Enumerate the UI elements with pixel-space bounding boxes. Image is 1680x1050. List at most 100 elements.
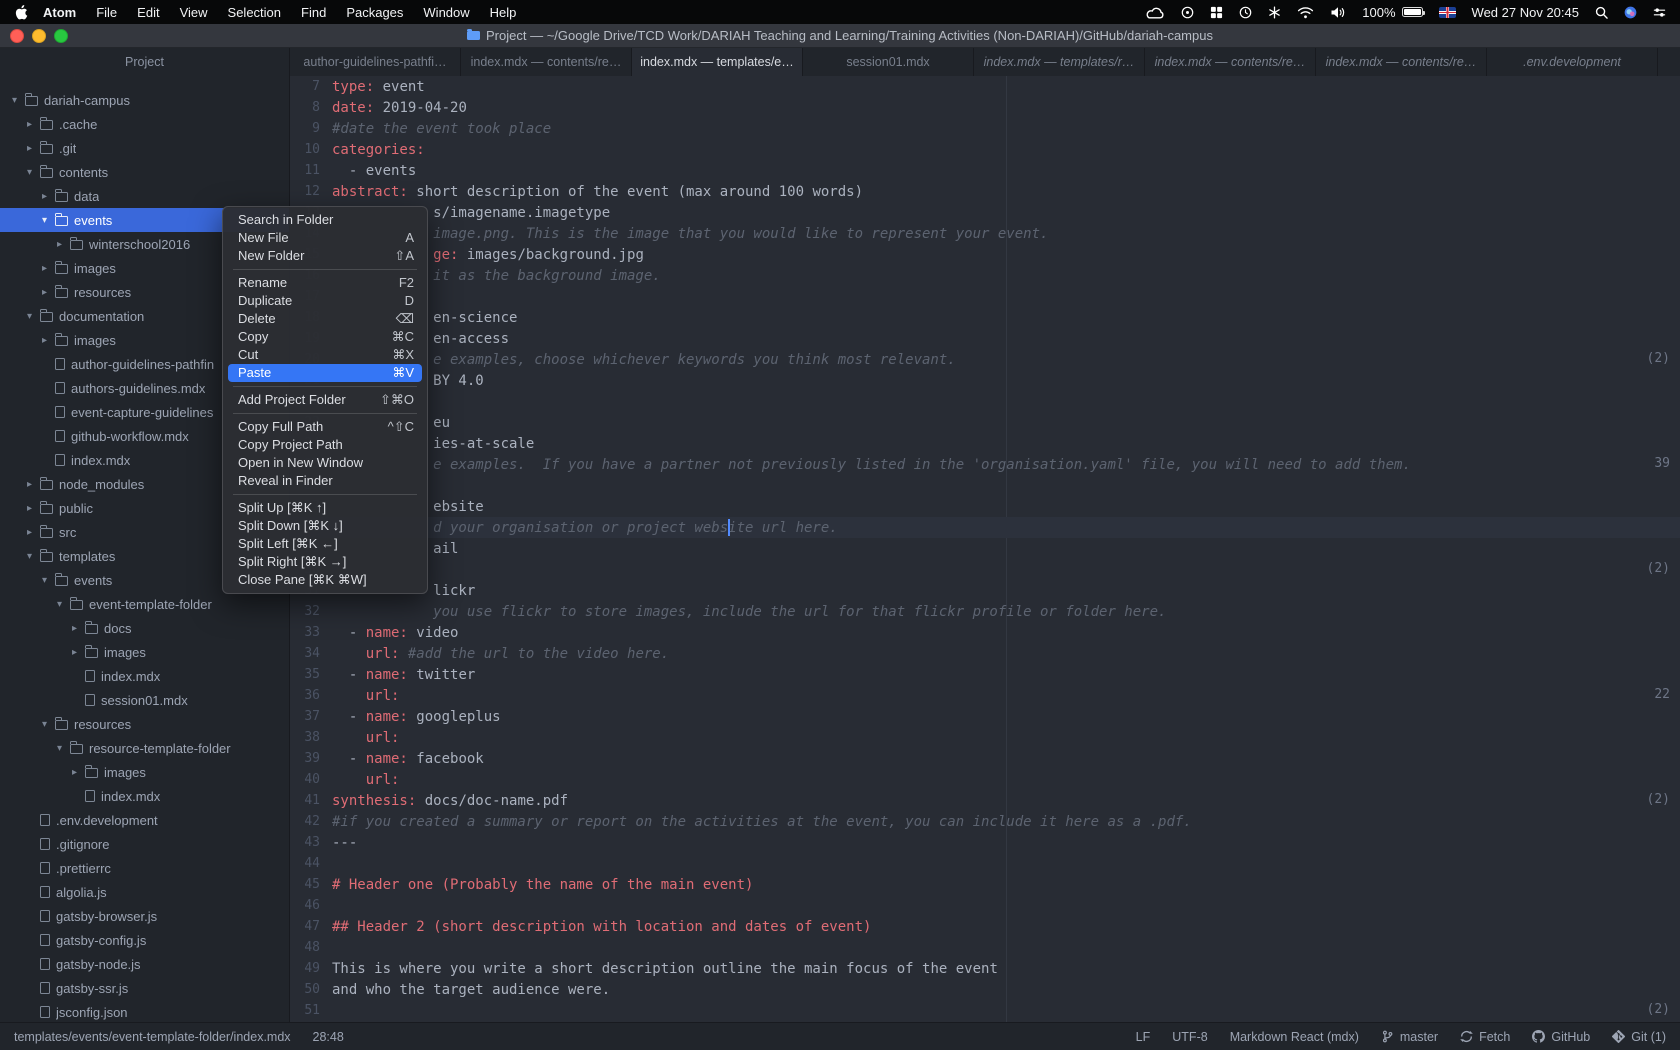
spotlight-search-icon[interactable] (1595, 6, 1608, 19)
chevron-right-icon[interactable] (25, 119, 34, 130)
tab-session01.mdx[interactable]: session01.mdx (803, 48, 974, 76)
context-menu-item-new-folder[interactable]: New Folder⇧A (228, 247, 422, 265)
context-menu-item-cut[interactable]: Cut⌘X (228, 346, 422, 364)
close-window-button[interactable] (10, 29, 24, 43)
code-line-23[interactable]: 23eu (290, 412, 1680, 433)
line-number[interactable]: 51 (290, 1003, 332, 1018)
code-line-34[interactable]: 34 url: #add the url to the video here. (290, 643, 1680, 664)
line-number[interactable]: 11 (290, 163, 332, 178)
volume-icon[interactable] (1330, 6, 1346, 19)
asterisk-icon[interactable] (1268, 6, 1281, 19)
line-number[interactable]: 34 (290, 646, 332, 661)
tree-item-index.mdx[interactable]: index.mdx (0, 784, 289, 808)
status-segment-utf-8[interactable]: UTF-8 (1172, 1030, 1207, 1044)
tab-index.mdx-templates-r[interactable]: index.mdx — templates/r… (974, 48, 1145, 76)
tree-item-gatsby-ssr.js[interactable]: gatsby-ssr.js (0, 976, 289, 1000)
code-line-26[interactable]: 26 (290, 475, 1680, 496)
code-line-22[interactable]: 22 (290, 391, 1680, 412)
code-line-32[interactable]: 32you use flickr to store images, includ… (290, 601, 1680, 622)
line-number[interactable]: 36 (290, 688, 332, 703)
code-line-21[interactable]: 21BY 4.0 (290, 370, 1680, 391)
code-line-30[interactable]: 30 (290, 559, 1680, 580)
context-menu-item-split-up-k[interactable]: Split Up [⌘K ↑] (228, 499, 422, 517)
chevron-down-icon[interactable] (40, 575, 49, 586)
code-line-15[interactable]: 15ge: images/background.jpg (290, 244, 1680, 265)
code-line-11[interactable]: 11 - events (290, 160, 1680, 181)
chevron-down-icon[interactable] (40, 719, 49, 730)
context-menu-item-split-right-k[interactable]: Split Right [⌘K →] (228, 553, 422, 571)
line-number[interactable]: 41 (290, 793, 332, 808)
tree-item-gatsby-browser.js[interactable]: gatsby-browser.js (0, 904, 289, 928)
chevron-right-icon[interactable] (25, 143, 34, 154)
code-line-50[interactable]: 50and who the target audience were. (290, 979, 1680, 1000)
line-number[interactable]: 42 (290, 814, 332, 829)
code-line-12[interactable]: 12abstract: short description of the eve… (290, 181, 1680, 202)
code-line-40[interactable]: 40 url: (290, 769, 1680, 790)
chevron-right-icon[interactable] (40, 335, 49, 346)
chevron-right-icon[interactable] (70, 767, 79, 778)
chevron-right-icon[interactable] (25, 527, 34, 538)
code-line-41[interactable]: 41synthesis: docs/doc-name.pdf (290, 790, 1680, 811)
text-editor[interactable]: 7type: event8date: 2019-04-209#date the … (290, 76, 1680, 1022)
tab-index.mdx-contents-re[interactable]: index.mdx — contents/re… (1316, 48, 1487, 76)
line-number[interactable]: 7 (290, 79, 332, 94)
line-number[interactable]: 47 (290, 919, 332, 934)
context-menu-item-split-left-k[interactable]: Split Left [⌘K ←] (228, 535, 422, 553)
status-segment-github[interactable]: GitHub (1532, 1030, 1590, 1044)
context-menu-item-copy-full-path[interactable]: Copy Full Path^⇧C (228, 418, 422, 436)
code-line-38[interactable]: 38 url: (290, 727, 1680, 748)
line-number[interactable]: 8 (290, 100, 332, 115)
code-line-8[interactable]: 8date: 2019-04-20 (290, 97, 1680, 118)
tree-item-index.mdx[interactable]: index.mdx (0, 664, 289, 688)
context-menu-item-search-in-folder[interactable]: Search in Folder (228, 211, 422, 229)
chevron-down-icon[interactable] (55, 743, 64, 754)
line-number[interactable]: 49 (290, 961, 332, 976)
context-menu-item-new-file[interactable]: New FileA (228, 229, 422, 247)
tab-author-guidelines-pathfi[interactable]: author-guidelines-pathfi… (290, 48, 461, 76)
grid-icon[interactable] (1210, 6, 1223, 19)
chevron-down-icon[interactable] (25, 167, 34, 178)
tree-item-.gitignore[interactable]: .gitignore (0, 832, 289, 856)
code-line-33[interactable]: 33 - name: video (290, 622, 1680, 643)
menu-edit[interactable]: Edit (127, 5, 169, 20)
menu-help[interactable]: Help (480, 5, 527, 20)
line-number[interactable]: 32 (290, 604, 332, 619)
status-segment-markdown-react-mdx[interactable]: Markdown React (mdx) (1230, 1030, 1359, 1044)
notification-center-icon[interactable] (1653, 6, 1666, 19)
chevron-down-icon[interactable] (25, 311, 34, 322)
tree-item-.env.development[interactable]: .env.development (0, 808, 289, 832)
tree-item-gatsby-node.js[interactable]: gatsby-node.js (0, 952, 289, 976)
status-segment-fetch[interactable]: Fetch (1460, 1030, 1510, 1044)
siri-icon[interactable] (1624, 6, 1637, 19)
cursor-position[interactable]: 28:48 (313, 1030, 344, 1044)
code-line-19[interactable]: 19en-access (290, 328, 1680, 349)
code-line-46[interactable]: 46 (290, 895, 1680, 916)
tree-item-.git[interactable]: .git (0, 136, 289, 160)
line-number[interactable]: 40 (290, 772, 332, 787)
status-segment-git-1[interactable]: Git (1) (1612, 1030, 1666, 1044)
tab-index.mdx-contents-re[interactable]: index.mdx — contents/re… (1145, 48, 1316, 76)
tree-item-images[interactable]: images (0, 760, 289, 784)
code-line-28[interactable]: 28d your organisation or project website… (290, 517, 1680, 538)
tree-item-contents[interactable]: contents (0, 160, 289, 184)
tree-item-session01.mdx[interactable]: session01.mdx (0, 688, 289, 712)
line-number[interactable]: 39 (290, 751, 332, 766)
tree-item-images[interactable]: images (0, 640, 289, 664)
code-line-44[interactable]: 44 (290, 853, 1680, 874)
battery-indicator[interactable]: 100% (1362, 5, 1422, 20)
code-line-18[interactable]: 18en-science (290, 307, 1680, 328)
line-number[interactable]: 44 (290, 856, 332, 871)
tree-item-docs[interactable]: docs (0, 616, 289, 640)
tree-item-dariah-campus[interactable]: dariah-campus (0, 88, 289, 112)
code-line-36[interactable]: 36 url: (290, 685, 1680, 706)
chevron-right-icon[interactable] (70, 647, 79, 658)
line-number[interactable]: 46 (290, 898, 332, 913)
menu-window[interactable]: Window (413, 5, 479, 20)
context-menu-item-rename[interactable]: RenameF2 (228, 274, 422, 292)
context-menu-item-copy[interactable]: Copy⌘C (228, 328, 422, 346)
line-number[interactable]: 50 (290, 982, 332, 997)
code-line-10[interactable]: 10categories: (290, 139, 1680, 160)
uk-flag-icon[interactable] (1439, 7, 1456, 18)
chevron-right-icon[interactable] (40, 191, 49, 202)
menu-file[interactable]: File (86, 5, 127, 20)
